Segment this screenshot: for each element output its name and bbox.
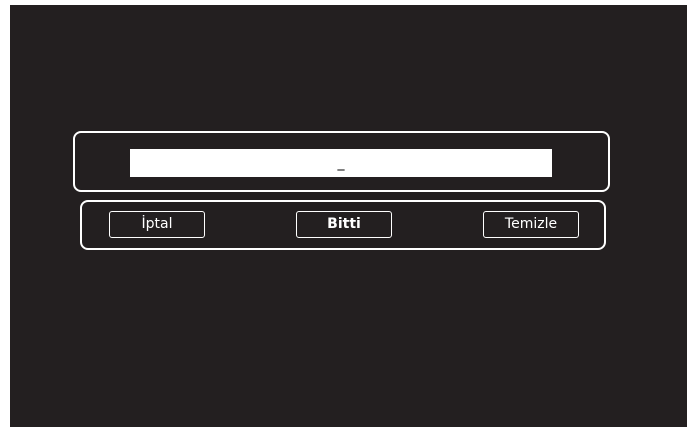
clear-button[interactable]: Temizle: [483, 211, 579, 238]
done-button[interactable]: Bitti: [296, 211, 392, 238]
input-cursor: _: [337, 155, 345, 171]
cancel-button[interactable]: İptal: [109, 211, 205, 238]
text-input[interactable]: _: [130, 149, 552, 177]
